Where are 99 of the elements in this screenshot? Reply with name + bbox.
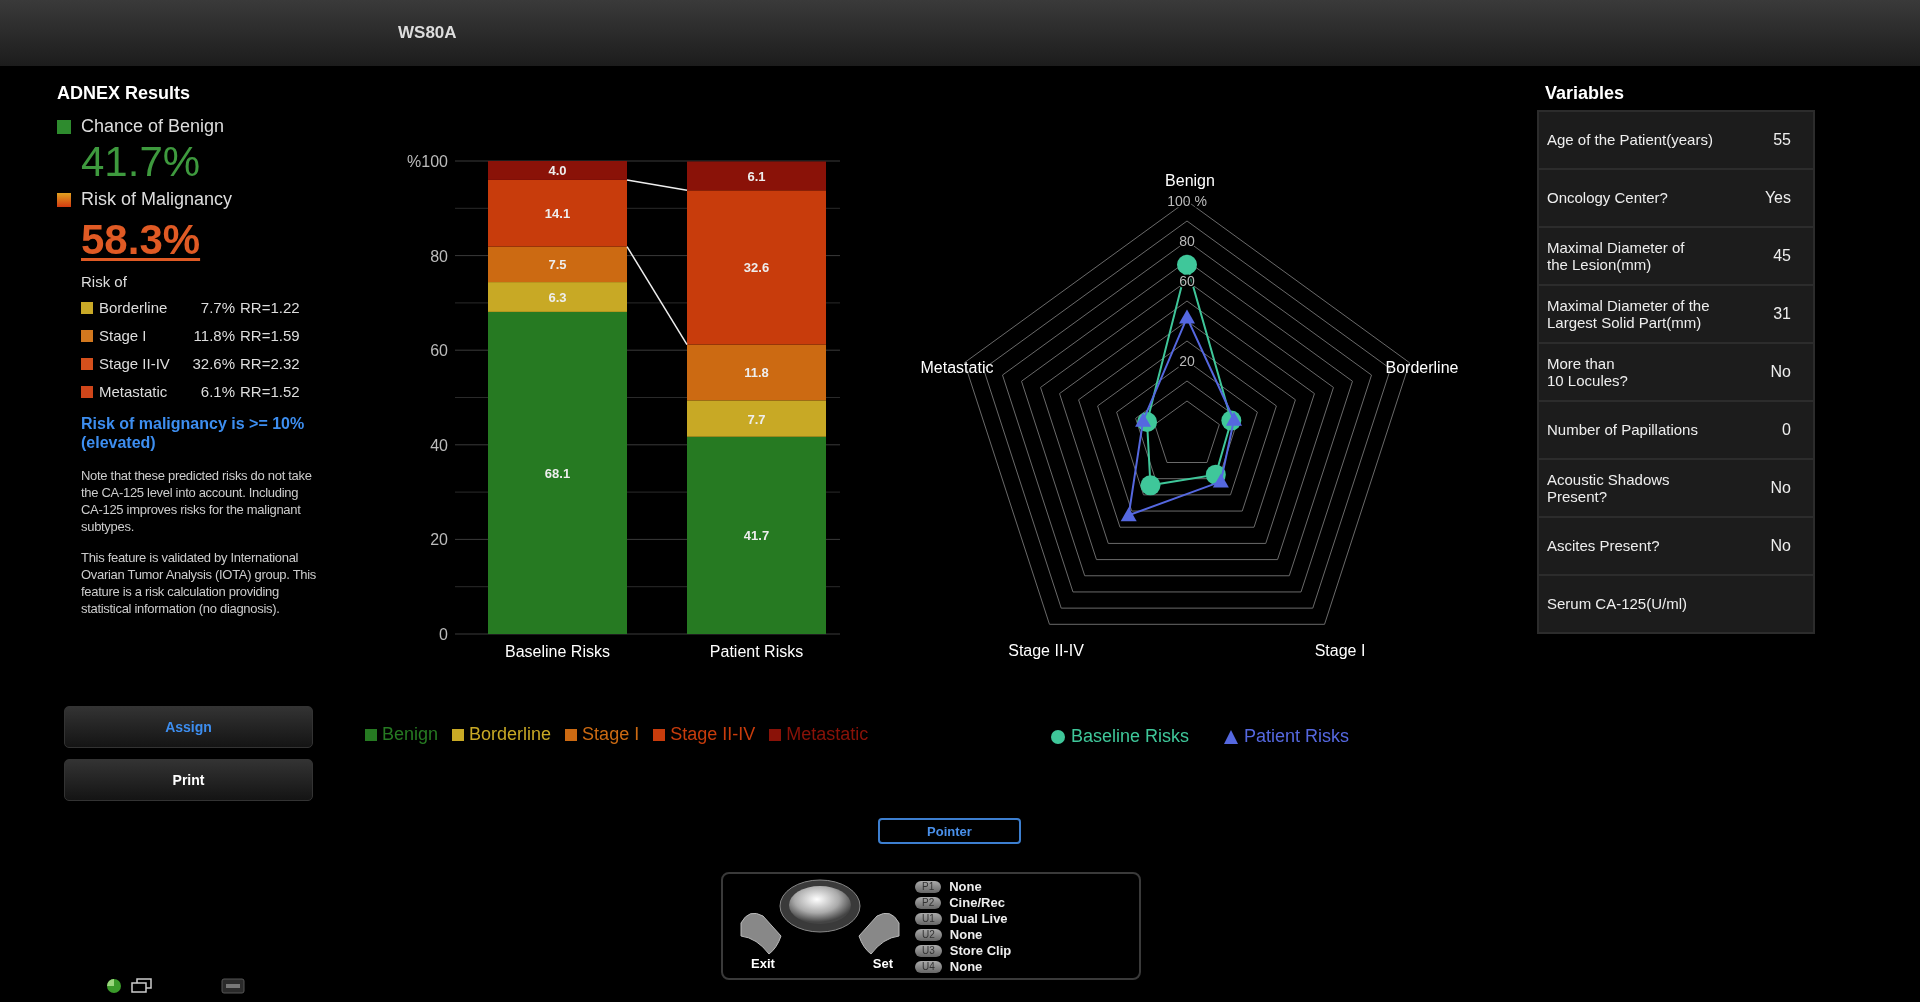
warning-text: Risk of malignancy is >= 10% (elevated) (81, 413, 306, 453)
variable-label: Age of the Patient(years) (1547, 131, 1714, 149)
category-label: Patient Risks (709, 643, 804, 660)
subtype-percent: 11.8% (192, 327, 235, 345)
axis-tick-label: 80 (430, 247, 448, 265)
variable-row[interactable]: Maximal Diameter of the Lesion(mm) 45 (1539, 228, 1813, 286)
variable-value: Yes (1764, 189, 1791, 207)
exit-label: Exit (751, 956, 775, 971)
variables-title: Variables (1545, 83, 1626, 104)
variable-row[interactable]: More than 10 Locules? No (1539, 344, 1813, 402)
results-title: ADNEX Results (57, 83, 192, 104)
variable-row[interactable]: Age of the Patient(years) 55 (1539, 112, 1813, 170)
category-label: Baseline Risks (505, 643, 610, 660)
key-label: U1 (915, 912, 942, 925)
key-label: U2 (915, 928, 942, 941)
variable-row[interactable]: Serum CA-125(U/ml) (1539, 576, 1813, 632)
legend-label: Borderline (469, 724, 552, 745)
note-text: Note that these predicted risks do not take the CA-125 level into account. Including CA-125 improves risks for the malignant subtypes. (81, 468, 313, 536)
data-label: 4.0 (548, 163, 567, 179)
data-label: 11.8 (744, 365, 769, 381)
data-label: 6.1 (747, 168, 766, 184)
axis-tick-label: 80 (1179, 233, 1195, 249)
subtype-percent: 6.1% (199, 383, 235, 401)
legend-label: Benign (382, 724, 439, 745)
variable-row[interactable]: Number of Papillations 0 (1539, 402, 1813, 460)
key-label: U4 (915, 960, 942, 973)
subtype-ratio: RR=1.52 (240, 383, 300, 401)
variable-value: No (1770, 537, 1791, 555)
variable-value: 55 (1773, 131, 1791, 149)
key-label: P2 (915, 896, 942, 909)
axis-label: Stage II-IV (1008, 642, 1084, 659)
key-label: U3 (915, 944, 942, 957)
variable-value: No (1770, 479, 1791, 497)
variable-label: More than 10 Locules? (1547, 354, 1629, 390)
axis-tick-label: 60 (430, 342, 448, 360)
axis-label: Borderline (1385, 359, 1459, 376)
axis-tick-label: 0 (439, 626, 448, 643)
subtype-name: Borderline (99, 299, 169, 317)
note-text: This feature is validated by International Ovarian Tumor Analysis (IOTA) group. This feature is a risk calculation providing statistical information (no diagnosis). (81, 549, 317, 618)
subtype-percent: 32.6% (191, 355, 235, 373)
axis-label: Benign (1165, 172, 1215, 189)
key-action: None (949, 927, 983, 942)
subtype-name: Stage I (99, 327, 148, 345)
subtype-name: Metastatic (99, 383, 169, 401)
axis-tick-label: 40 (430, 436, 448, 454)
data-label: 68.1 (544, 465, 571, 481)
action-button[interactable]: Print (64, 759, 313, 801)
set-label: Set (872, 956, 893, 971)
variable-value: 31 (1773, 305, 1791, 323)
data-label: 32.6 (743, 260, 770, 276)
legend-label: Stage II-IV (670, 724, 756, 745)
axis-tick-label: %100 (407, 153, 448, 170)
benign-label: Chance of Benign (81, 116, 225, 137)
variable-row[interactable]: Acoustic Shadows Present? No (1539, 460, 1813, 518)
key-action: None (949, 959, 983, 974)
legend-label: Baseline Risks (1071, 726, 1190, 747)
axis-label: Metastatic (920, 359, 994, 376)
key-label: P1 (915, 880, 942, 893)
key-action: None (949, 879, 982, 894)
subtype-percent: 7.7% (199, 299, 235, 317)
axis-tick-label: 20 (1179, 353, 1195, 369)
variable-label: Number of Papillations (1547, 421, 1699, 439)
legend-label: Metastatic (786, 724, 869, 745)
variable-value: No (1770, 363, 1791, 381)
axis-label: Stage I (1314, 642, 1366, 659)
variable-row[interactable]: Maximal Diameter of the Largest Solid Part(mm) 31 (1539, 286, 1813, 344)
key-action: Store Clip (949, 943, 1012, 958)
benign-value: 41.7% (81, 137, 202, 187)
data-label: 7.7 (747, 411, 766, 427)
key-action: Cine/Rec (949, 895, 1005, 910)
legend-label: Stage I (582, 724, 640, 745)
variable-row[interactable]: Ascites Present? No (1539, 518, 1813, 576)
variable-label: Ascites Present? (1547, 537, 1661, 555)
data-label: 14.1 (544, 206, 571, 222)
axis-tick-label: 20 (430, 531, 448, 549)
legend-label: Patient Risks (1244, 726, 1350, 747)
subtype-name: Stage II-IV (99, 355, 171, 373)
data-label: 7.5 (548, 257, 567, 273)
data-label: 41.7 (743, 528, 770, 544)
axis-tick-label: 100 % (1167, 193, 1207, 209)
variable-label: Serum CA-125(U/ml) (1547, 595, 1689, 613)
variable-value: 0 (1782, 421, 1791, 439)
window-title: WS80A (398, 23, 457, 43)
subtype-ratio: RR=1.59 (240, 327, 300, 345)
malignancy-value: 58.3% (81, 215, 202, 266)
action-button[interactable]: Assign (64, 706, 313, 748)
variable-row[interactable]: Oncology Center? Yes (1539, 170, 1813, 228)
data-label: 6.3 (548, 290, 567, 305)
variable-label: Maximal Diameter of the Largest Solid Part(mm) (1547, 296, 1711, 332)
subtypes-heading: Risk of (81, 272, 128, 290)
variable-label: Oncology Center? (1547, 189, 1669, 207)
pointer-button[interactable]: Pointer (878, 818, 1021, 844)
key-action: Dual Live (949, 911, 1008, 926)
malignancy-label: Risk of Malignancy (81, 189, 233, 211)
subtype-ratio: RR=1.22 (240, 299, 300, 317)
variable-label: Acoustic Shadows Present? (1547, 470, 1671, 506)
variable-value: 45 (1773, 247, 1791, 265)
variable-label: Maximal Diameter of the Lesion(mm) (1547, 238, 1686, 274)
subtype-ratio: RR=2.32 (240, 355, 300, 373)
